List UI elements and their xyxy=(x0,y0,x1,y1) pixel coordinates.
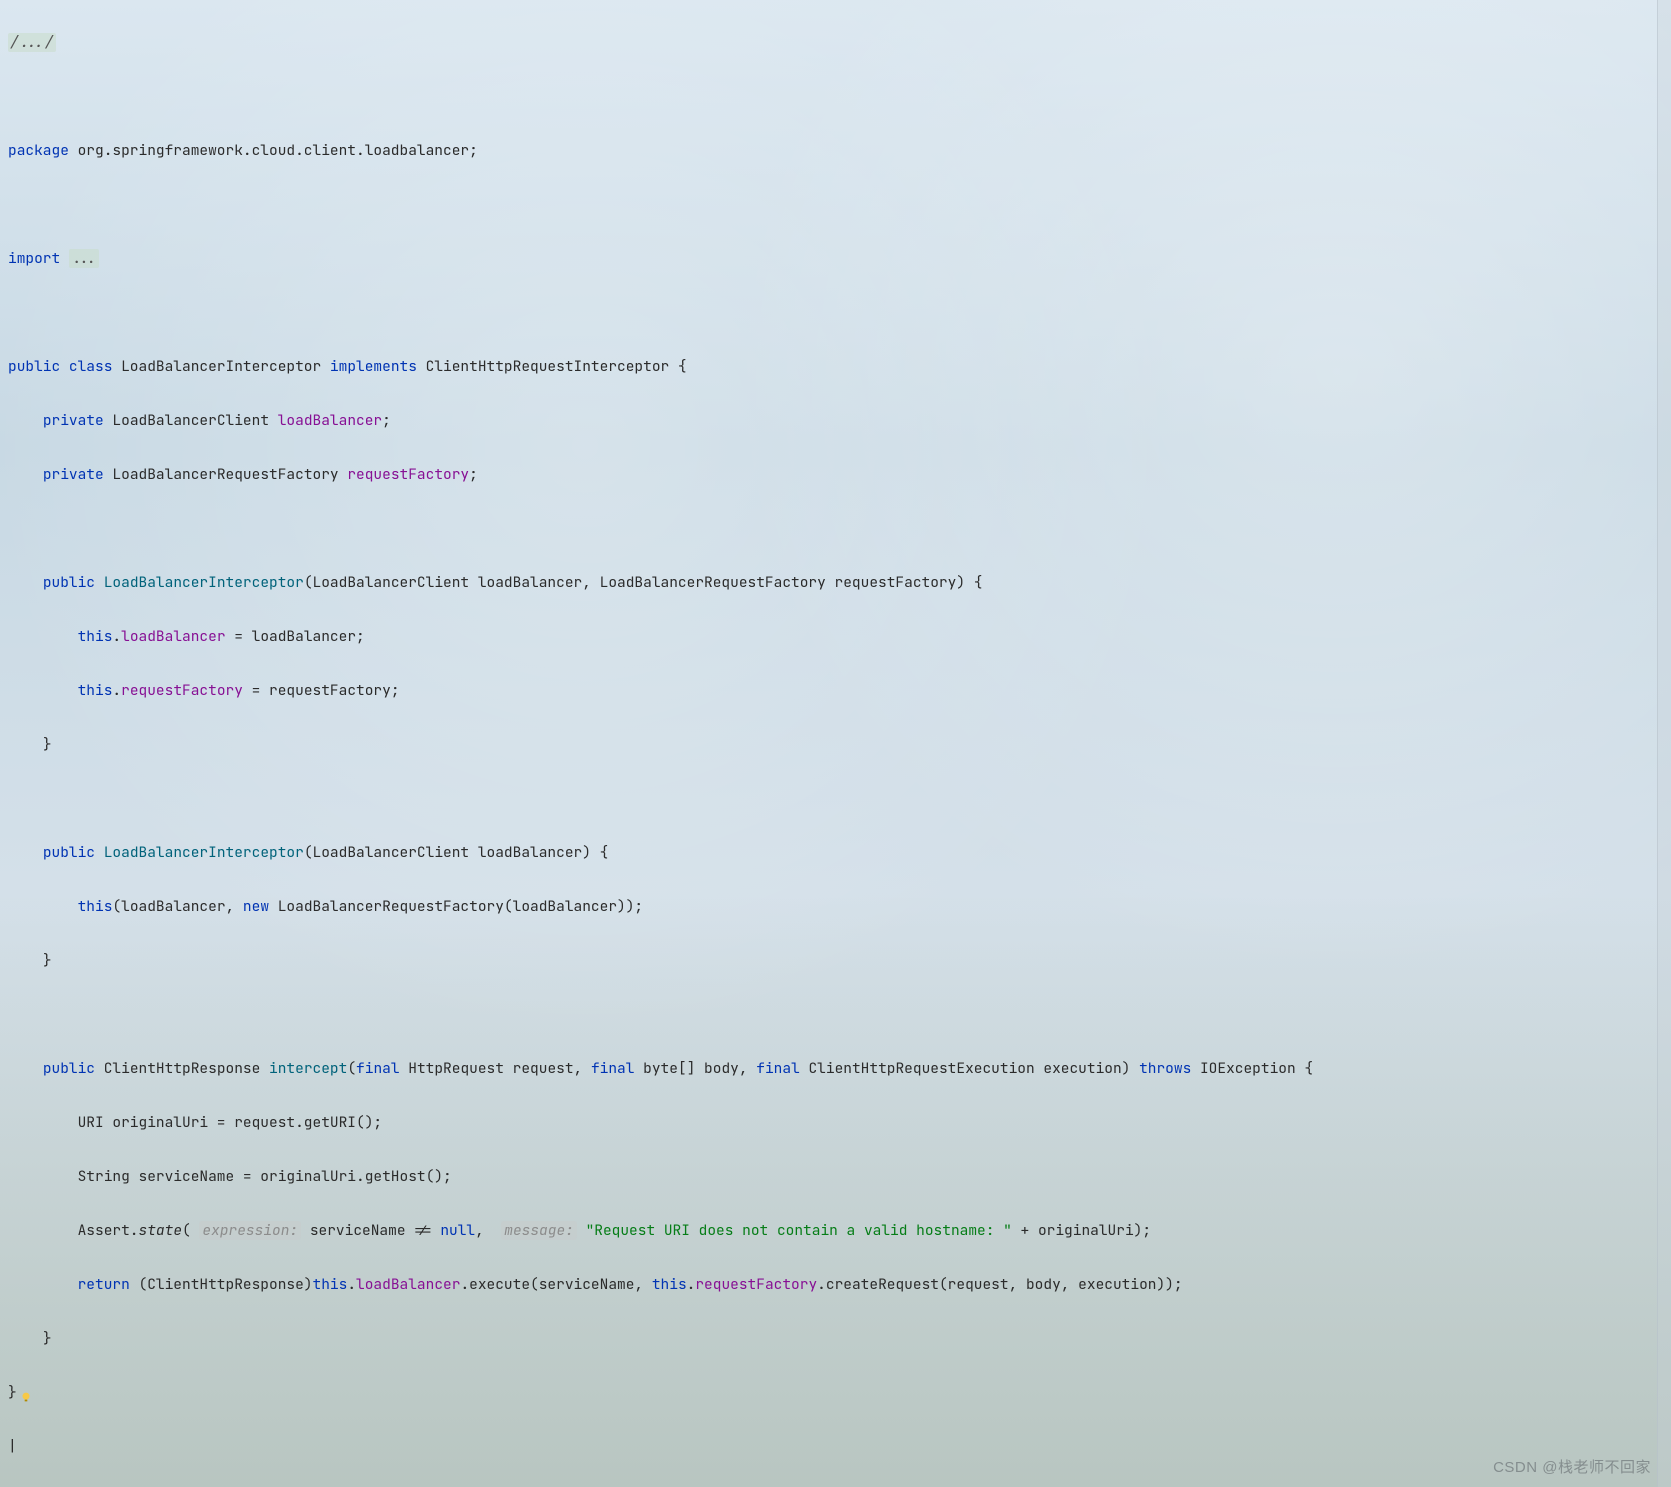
field-ref-requestfactory: requestFactory xyxy=(121,681,243,700)
brace-close: } xyxy=(43,951,52,970)
concat-end: + originalUri); xyxy=(1012,1221,1151,1240)
field-ref-loadbalancer: loadBalancer xyxy=(356,1275,460,1294)
constructor-name: LoadBalancerInterceptor xyxy=(104,573,304,592)
semicolon: ; xyxy=(382,411,391,430)
constructor-params: (LoadBalancerClient loadBalancer, LoadBa… xyxy=(304,573,983,592)
space xyxy=(577,1221,586,1240)
field-ref-requestfactory: requestFactory xyxy=(695,1275,817,1294)
method-name-intercept: intercept xyxy=(269,1059,347,1078)
create-request-call: .createRequest(request, body, execution)… xyxy=(817,1275,1182,1294)
private-keyword: private xyxy=(43,465,104,484)
string-literal: "Request URI does not contain a valid ho… xyxy=(586,1221,1012,1240)
import-fold[interactable]: ... xyxy=(69,249,99,268)
assign-rest: = requestFactory; xyxy=(243,681,400,700)
null-keyword: null xyxy=(440,1221,475,1240)
csdn-watermark: CSDN @栈老师不回家 xyxy=(1493,1454,1651,1481)
dot: . xyxy=(112,627,121,646)
return-keyword: return xyxy=(78,1275,130,1294)
code-editor[interactable]: /.../ package org.springframework.cloud.… xyxy=(0,0,1671,1487)
assert-state: state xyxy=(139,1221,183,1240)
public-keyword: public xyxy=(43,843,95,862)
field-type: LoadBalancerRequestFactory xyxy=(112,465,338,484)
throws-keyword: throws xyxy=(1139,1059,1191,1078)
brace-close: } xyxy=(43,735,52,754)
stmt-servicename: String serviceName = originalUri.getHost… xyxy=(78,1167,452,1186)
semicolon: ; xyxy=(469,465,478,484)
field-type: LoadBalancerClient xyxy=(112,411,269,430)
this-keyword: this xyxy=(78,897,113,916)
this-keyword: this xyxy=(78,627,113,646)
class-brace-close: } xyxy=(8,1383,17,1402)
dot: . xyxy=(112,681,121,700)
folded-comment[interactable]: /.../ xyxy=(8,33,56,52)
class-keyword: class xyxy=(69,357,113,376)
this-keyword: this xyxy=(78,681,113,700)
constructor-params: (LoadBalancerClient loadBalancer) { xyxy=(304,843,609,862)
caret-line[interactable]: | xyxy=(8,1437,17,1456)
brace-open: { xyxy=(669,357,686,376)
ctor-call-rest: LoadBalancerRequestFactory(loadBalancer)… xyxy=(269,897,643,916)
param2: byte[] body, xyxy=(634,1059,756,1078)
field-name-loadbalancer: loadBalancer xyxy=(278,411,382,430)
import-keyword: import xyxy=(8,249,60,268)
exception-type: IOException { xyxy=(1191,1059,1313,1078)
inlay-hint-message: message: xyxy=(501,1221,577,1240)
error-stripe[interactable] xyxy=(1657,0,1671,1487)
dot: . xyxy=(687,1275,696,1294)
this-keyword: this xyxy=(313,1275,348,1294)
paren-open: ( xyxy=(347,1059,356,1078)
private-keyword: private xyxy=(43,411,104,430)
interface-name: ClientHttpRequestInterceptor xyxy=(426,357,670,376)
final-keyword: final xyxy=(591,1059,635,1078)
paren-open: ( xyxy=(182,1221,199,1240)
ctor-call-mid: (loadBalancer, xyxy=(112,897,243,916)
brace-close: } xyxy=(43,1329,52,1348)
class-name: LoadBalancerInterceptor xyxy=(121,357,321,376)
dot: . xyxy=(347,1275,356,1294)
assert-call-pre: Assert. xyxy=(78,1221,139,1240)
package-name: org.springframework.cloud.client.loadbal… xyxy=(78,141,478,160)
new-keyword: new xyxy=(243,897,269,916)
inlay-hint-expression: expression: xyxy=(199,1221,301,1240)
package-keyword: package xyxy=(8,141,69,160)
public-keyword: public xyxy=(8,357,60,376)
cast-expr: (ClientHttpResponse) xyxy=(130,1275,313,1294)
this-keyword: this xyxy=(652,1275,687,1294)
intention-bulb-icon[interactable] xyxy=(19,1386,33,1400)
execute-call: .execute(serviceName, xyxy=(460,1275,651,1294)
final-keyword: final xyxy=(756,1059,800,1078)
comma: , xyxy=(475,1221,501,1240)
public-keyword: public xyxy=(43,1059,95,1078)
assign-rest: = loadBalancer; xyxy=(226,627,365,646)
field-ref-loadbalancer: loadBalancer xyxy=(121,627,225,646)
public-keyword: public xyxy=(43,573,95,592)
param1: HttpRequest request, xyxy=(400,1059,591,1078)
return-type: ClientHttpResponse xyxy=(104,1059,261,1078)
stmt-originaluri: URI originalUri = request.getURI(); xyxy=(78,1113,383,1132)
implements-keyword: implements xyxy=(330,357,417,376)
constructor-name: LoadBalancerInterceptor xyxy=(104,843,304,862)
param3: ClientHttpRequestExecution execution) xyxy=(800,1059,1139,1078)
final-keyword: final xyxy=(356,1059,400,1078)
expr-mid: serviceName != xyxy=(301,1221,440,1240)
field-name-requestfactory: requestFactory xyxy=(347,465,469,484)
